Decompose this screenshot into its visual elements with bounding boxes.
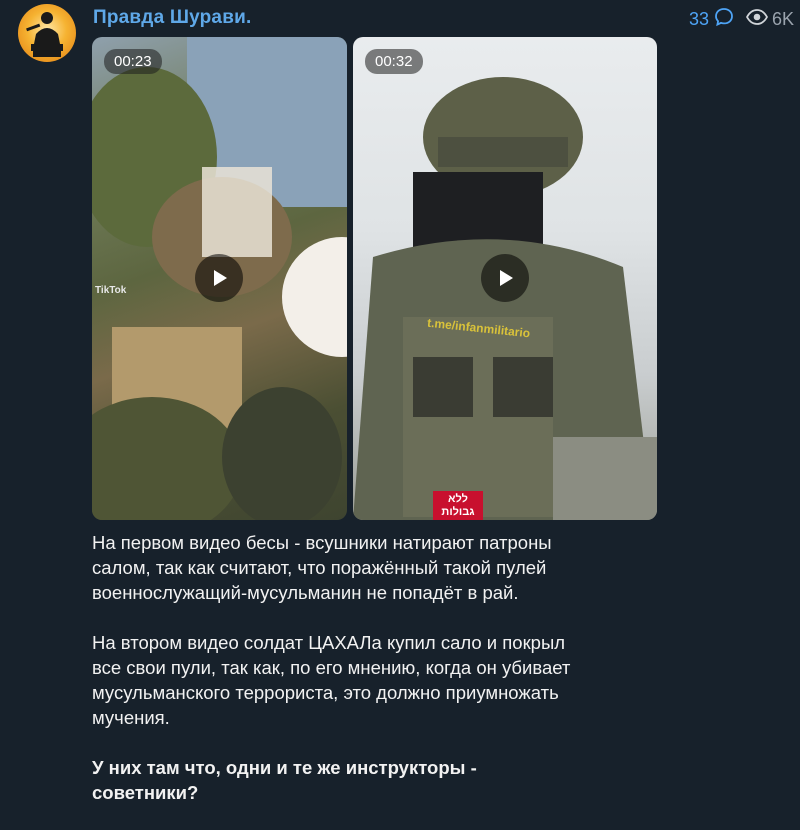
- channel-avatar[interactable]: [18, 4, 76, 62]
- video-thumbnail-2[interactable]: 00:32 t.me/infanmilitario ללא גבולות: [353, 37, 657, 520]
- post-paragraph-3: У них там что, одни и те же инструкторы …: [92, 757, 477, 803]
- video-duration: 00:32: [365, 49, 423, 74]
- hebrew-logo-badge: ללא גבולות: [433, 491, 483, 520]
- comments-count[interactable]: 33: [689, 9, 709, 30]
- play-icon: [500, 270, 513, 286]
- post-text: На первом видео бесы - всушники натирают…: [92, 530, 782, 830]
- views-count: 6K: [771, 9, 794, 29]
- comment-bubble-icon[interactable]: [714, 7, 734, 32]
- post-paragraph-1: На первом видео бесы - всушники натирают…: [92, 532, 552, 603]
- play-icon: [214, 270, 227, 286]
- eye-icon: [745, 9, 768, 30]
- video-duration: 00:23: [104, 49, 162, 74]
- tiktok-watermark: TikTok: [95, 285, 127, 296]
- channel-name[interactable]: Правда Шурави.: [93, 7, 251, 29]
- post-paragraph-2: На втором видео солдат ЦАХАЛа купил сало…: [92, 632, 571, 728]
- avatar-logo: [26, 12, 63, 57]
- play-button[interactable]: [195, 254, 243, 302]
- post-meta: 33 6K: [689, 7, 794, 32]
- video-thumbnail-1[interactable]: 00:23 TikTok: [92, 37, 347, 520]
- play-button[interactable]: [481, 254, 529, 302]
